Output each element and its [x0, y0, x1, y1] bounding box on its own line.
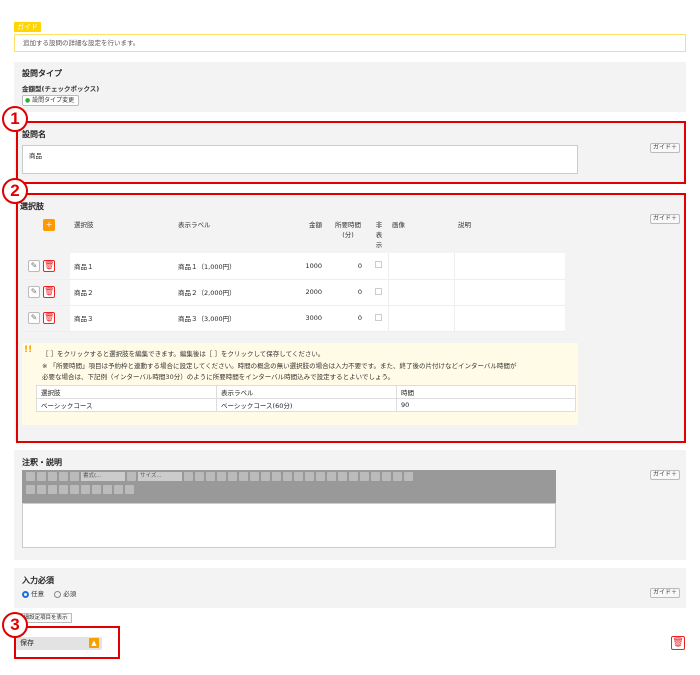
toolbar-icon[interactable]: [206, 472, 215, 481]
annotation-guide-button[interactable]: ガイド＋: [650, 470, 680, 480]
redo-icon[interactable]: [81, 485, 90, 494]
toolbar-icon[interactable]: [338, 472, 347, 481]
marker-3: 3: [2, 612, 28, 638]
radio-any-label: 任意: [31, 590, 45, 598]
radio-required-label: 必須: [63, 590, 77, 598]
toolbar-icon[interactable]: [404, 472, 413, 481]
toolbar-icon[interactable]: [37, 485, 46, 494]
toolbar-icon[interactable]: [195, 472, 204, 481]
toolbar-icon[interactable]: [305, 472, 314, 481]
toolbar-icon[interactable]: [360, 472, 369, 481]
annotation-panel: 注釈・説明 ガイド＋ 書式(... サイズ...: [14, 450, 686, 560]
toolbar-icon[interactable]: [228, 472, 237, 481]
toolbar-icon[interactable]: [70, 472, 79, 481]
help-icon[interactable]: [125, 485, 134, 494]
question-type-value: 金額型(チェックボックス): [22, 85, 100, 93]
question-type-title: 設問タイプ: [22, 69, 62, 78]
format-select[interactable]: 書式(...: [81, 472, 125, 481]
guide-message: 追加する設問の詳細な設定を行います。: [14, 34, 686, 52]
toolbar-icon[interactable]: [48, 485, 57, 494]
toolbar-icon[interactable]: [48, 472, 57, 481]
toolbar-icon[interactable]: [294, 472, 303, 481]
toolbar-icon[interactable]: [283, 472, 292, 481]
chevron-down-icon[interactable]: [127, 472, 136, 481]
annotation-editor-area[interactable]: [22, 503, 556, 548]
toolbar-icon[interactable]: [239, 472, 248, 481]
chevron-down-icon[interactable]: [184, 472, 193, 481]
toolbar-icon[interactable]: [349, 472, 358, 481]
toolbar-icon[interactable]: [114, 485, 123, 494]
marker-1: 1: [2, 106, 28, 132]
toolbar-icon[interactable]: [250, 472, 259, 481]
toolbar-icon[interactable]: [103, 485, 112, 494]
change-icon: ●: [25, 97, 31, 104]
highlight-box-1: [16, 121, 686, 184]
toolbar-icon[interactable]: [217, 472, 226, 481]
undo-icon[interactable]: [70, 485, 79, 494]
annotation-title: 注釈・説明: [22, 458, 62, 467]
required-options: 任意 必須: [22, 588, 76, 598]
marker-2: 2: [2, 178, 28, 204]
change-type-button[interactable]: ● 設問タイプ変更: [22, 95, 80, 106]
bold-icon[interactable]: [37, 472, 46, 481]
toolbar-icon[interactable]: [327, 472, 336, 481]
required-guide-button[interactable]: ガイド＋: [650, 588, 680, 598]
toolbar-icon[interactable]: [59, 472, 68, 481]
change-type-label: 設問タイプ変更: [32, 97, 75, 104]
toolbar-icon[interactable]: [92, 485, 101, 494]
highlight-box-2: [16, 193, 686, 443]
size-select[interactable]: サイズ...: [138, 472, 182, 481]
question-type-panel: 設問タイプ 金額型(チェックボックス) ● 設問タイプ変更: [14, 62, 686, 112]
toolbar-icon[interactable]: [26, 485, 35, 494]
toolbar-icon[interactable]: [393, 472, 402, 481]
toolbar-icon[interactable]: [261, 472, 270, 481]
toolbar-icon[interactable]: [316, 472, 325, 481]
highlight-box-3: [14, 626, 120, 659]
radio-required[interactable]: [54, 590, 62, 598]
toolbar-icon[interactable]: [59, 485, 68, 494]
delete-question-icon[interactable]: 🗑: [671, 636, 685, 650]
required-panel: 入力必須 任意 必須 ガイド＋: [14, 568, 686, 608]
guide-tag: ガイド: [14, 22, 41, 32]
toolbar-icon[interactable]: [382, 472, 391, 481]
toolbar-icon[interactable]: [272, 472, 281, 481]
toolbar-icon[interactable]: [26, 472, 35, 481]
toolbar-icon[interactable]: [371, 472, 380, 481]
editor-toolbar: 書式(... サイズ...: [22, 470, 556, 503]
required-title: 入力必須: [22, 576, 54, 585]
radio-any[interactable]: [22, 590, 29, 598]
